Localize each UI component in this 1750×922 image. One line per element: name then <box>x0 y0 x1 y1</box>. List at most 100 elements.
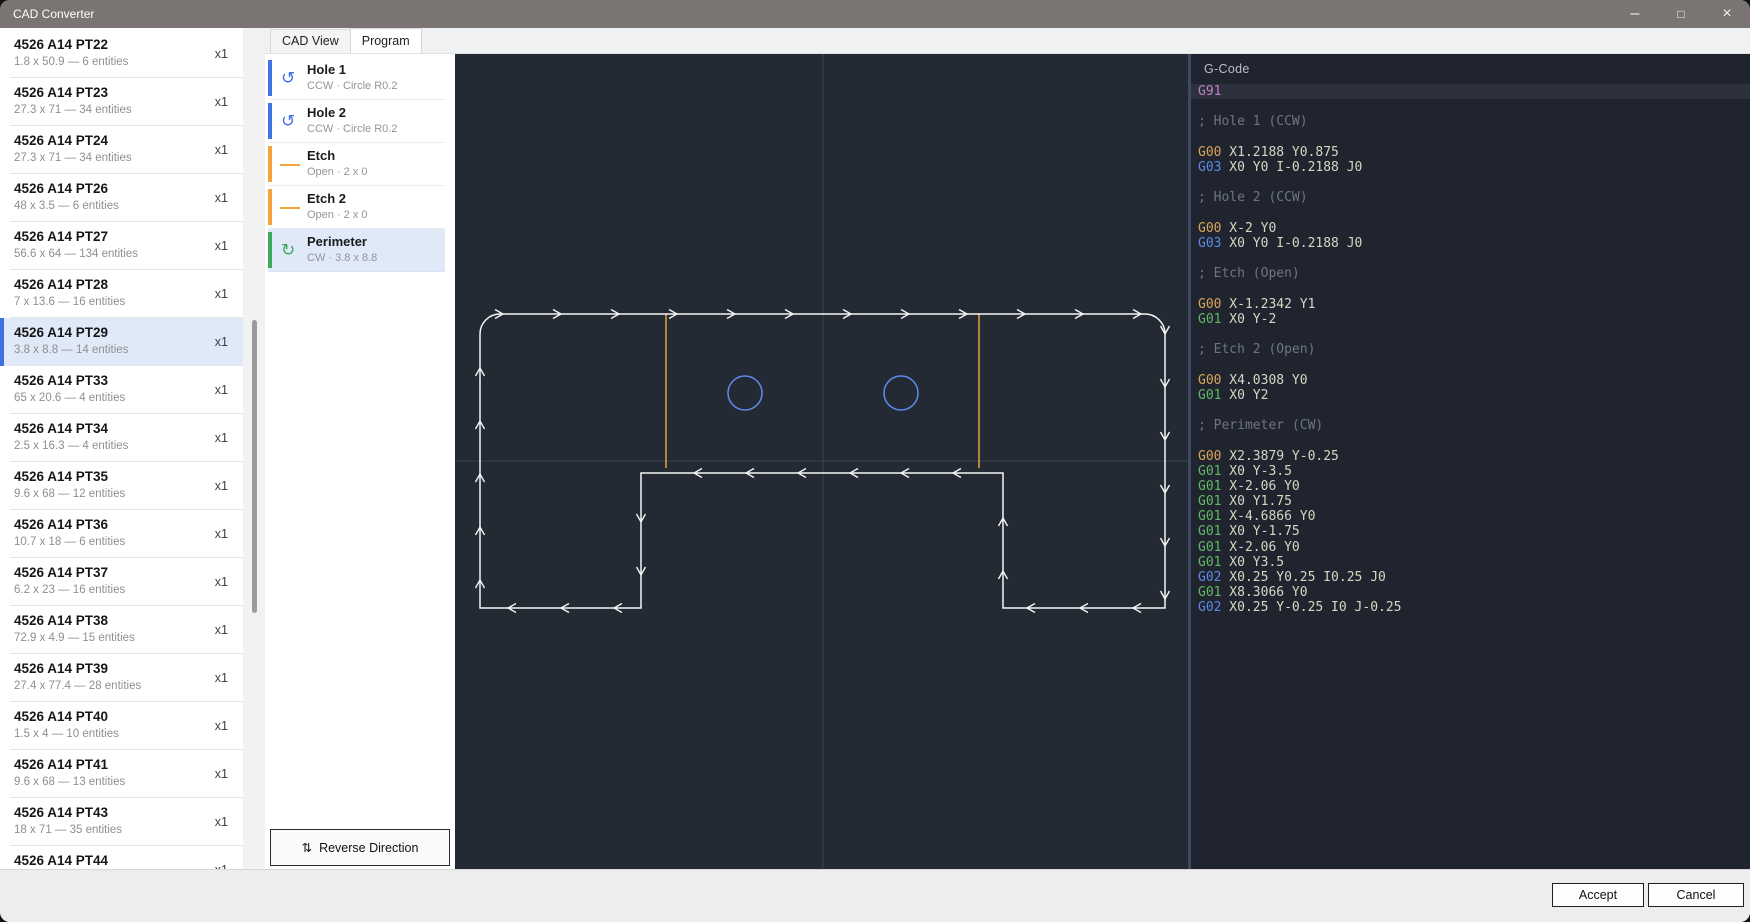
part-list-item[interactable]: 4526 A14 PT2648 x 3.5 — 6 entitiesx1 <box>0 174 243 222</box>
part-name: 4526 A14 PT43 <box>14 805 108 820</box>
gcode-comment: ; Perimeter (CW) <box>1198 418 1323 433</box>
gcode-word: G02 <box>1198 600 1221 615</box>
selected-accent-bar <box>0 318 4 366</box>
gcode-panel: G-Code G91; Hole 1 (CCW)G00 X1.2188 Y0.8… <box>1191 54 1750 869</box>
maximize-button[interactable]: □ <box>1658 0 1704 28</box>
part-name: 4526 A14 PT33 <box>14 373 108 388</box>
gcode-word: G03 <box>1198 160 1221 175</box>
part-quantity: x1 <box>215 47 228 61</box>
gcode-line: ; Etch 2 (Open) <box>1191 342 1750 357</box>
gcode-args: X0 Y2 <box>1221 388 1268 403</box>
part-list-item[interactable]: 4526 A14 PT3610.7 x 18 — 6 entitiesx1 <box>0 510 243 558</box>
part-list-item[interactable]: 4526 A14 PT401.5 x 4 — 10 entitiesx1 <box>0 702 243 750</box>
part-list-item[interactable]: 4526 A14 PT2427.3 x 71 — 34 entitiesx1 <box>0 126 243 174</box>
part-list-item[interactable]: 4526 A14 PT3365 x 20.6 — 4 entitiesx1 <box>0 366 243 414</box>
gcode-line: ; Perimeter (CW) <box>1191 418 1750 433</box>
gcode-word: G01 <box>1198 555 1221 570</box>
close-button[interactable]: × <box>1704 0 1750 28</box>
gcode-args: X1.2188 Y0.875 <box>1221 145 1338 160</box>
part-name: 4526 A14 PT44 <box>14 853 108 868</box>
gcode-line <box>1191 327 1750 342</box>
part-name: 4526 A14 PT41 <box>14 757 108 772</box>
part-dimensions: 18 x 71 — 35 entities <box>14 824 122 836</box>
reverse-direction-label: Reverse Direction <box>319 841 418 855</box>
part-name: 4526 A14 PT26 <box>14 181 108 196</box>
part-list-item[interactable]: 4526 A14 PT2327.3 x 71 — 34 entitiesx1 <box>0 78 243 126</box>
part-dimensions: 1.5 x 4 — 10 entities <box>14 728 119 740</box>
part-quantity: x1 <box>215 815 228 829</box>
part-dimensions: 2.5 x 16.3 — 4 entities <box>14 440 128 452</box>
gcode-word: G01 <box>1198 585 1221 600</box>
operation-subtitle: Open · 2 x 0 <box>307 209 368 221</box>
part-name: 4526 A14 PT22 <box>14 37 108 52</box>
part-list-item[interactable]: 4526 A14 PT43 18 x 71 — 35 entities x1 <box>0 798 243 846</box>
part-dimensions: 65 x 20.6 — 4 entities <box>14 392 125 404</box>
part-list-item[interactable]: 4526 A14 PT3872.9 x 4.9 — 15 entitiesx1 <box>0 606 243 654</box>
cancel-button[interactable]: Cancel <box>1648 883 1744 907</box>
part-dimensions: 56.6 x 64 — 134 entities <box>14 248 138 260</box>
part-name: 4526 A14 PT34 <box>14 421 108 436</box>
operation-title: Etch 2 <box>307 191 346 206</box>
gcode-line <box>1191 130 1750 145</box>
part-quantity: x1 <box>215 143 228 157</box>
gcode-args: X-4.6866 Y0 <box>1221 509 1315 524</box>
part-name: 4526 A14 PT29 <box>14 325 108 340</box>
gcode-word: G03 <box>1198 236 1221 251</box>
cad-drawing <box>455 54 1188 869</box>
operation-item[interactable]: ↺Hole 2CCW · Circle R0.2 <box>268 100 445 143</box>
gcode-comment: ; Hole 1 (CCW) <box>1198 114 1308 129</box>
gcode-line: G02 X0.25 Y-0.25 I0 J-0.25 <box>1191 600 1750 615</box>
part-name: 4526 A14 PT28 <box>14 277 108 292</box>
part-dimensions: 3.8 x 8.8 — 14 entities <box>14 344 128 356</box>
operation-item[interactable]: Etch 2 Open · 2 x 0 <box>268 186 445 229</box>
part-quantity: x1 <box>215 431 228 445</box>
title-bar: CAD Converter – □ × <box>0 0 1750 28</box>
gcode-line: ; Hole 1 (CCW) <box>1191 114 1750 129</box>
part-list-item[interactable]: 4526 A14 PT3927.4 x 77.4 — 28 entitiesx1 <box>0 654 243 702</box>
gcode-word: G91 <box>1198 84 1221 99</box>
parts-scrollbar[interactable] <box>243 28 265 869</box>
part-list-item[interactable]: 4526 A14 PT34 2.5 x 16.3 — 4 entities x1 <box>0 414 243 462</box>
minimize-button[interactable]: – <box>1612 0 1658 28</box>
part-dimensions: 9.6 x 68 — 13 entities <box>14 776 125 788</box>
gcode-line: G01 X0 Y1.75 <box>1191 494 1750 509</box>
part-list-item[interactable]: 4526 A14 PT376.2 x 23 — 16 entitiesx1 <box>0 558 243 606</box>
app-window: CAD Converter – □ × 4526 A14 PT221.8 x 5… <box>0 0 1750 922</box>
gcode-comment: ; Hole 2 (CCW) <box>1198 190 1308 205</box>
cad-canvas[interactable] <box>455 54 1188 869</box>
part-list-item[interactable]: 4526 A14 PT359.6 x 68 — 12 entitiesx1 <box>0 462 243 510</box>
part-list-item[interactable]: 4526 A14 PT287 x 13.6 — 16 entitiesx1 <box>0 270 243 318</box>
gcode-args: X8.3066 Y0 <box>1221 585 1307 600</box>
part-quantity: x1 <box>215 527 228 541</box>
gcode-listing[interactable]: G91; Hole 1 (CCW)G00 X1.2188 Y0.875G03 X… <box>1191 84 1750 616</box>
operation-title: Etch <box>307 148 335 163</box>
part-dimensions: 27.4 x 77.4 — 28 entities <box>14 680 141 692</box>
gcode-args: X-1.2342 Y1 <box>1221 297 1315 312</box>
operation-item[interactable]: ↻PerimeterCW · 3.8 x 8.8 <box>268 229 445 272</box>
operation-item[interactable]: EtchOpen · 2 x 0 <box>268 143 445 186</box>
reverse-direction-button[interactable]: ⇅ Reverse Direction <box>270 829 450 866</box>
part-list-item[interactable]: 4526 A14 PT2756.6 x 64 — 134 entitiesx1 <box>0 222 243 270</box>
gcode-line: G00 X4.0308 Y0 <box>1191 373 1750 388</box>
gcode-word: G01 <box>1198 524 1221 539</box>
part-list-item[interactable]: 4526 A14 PT293.8 x 8.8 — 14 entitiesx1 <box>0 318 243 366</box>
part-quantity: x1 <box>215 287 228 301</box>
tab-program[interactable]: Program <box>350 28 422 53</box>
parts-scrollbar-thumb[interactable] <box>252 320 257 613</box>
operation-item[interactable]: ↺Hole 1CCW · Circle R0.2 <box>268 57 445 100</box>
part-list-item[interactable]: 4526 A14 PT221.8 x 50.9 — 6 entitiesx1 <box>0 30 243 78</box>
window-controls: – □ × <box>1612 0 1750 28</box>
part-name: 4526 A14 PT36 <box>14 517 108 532</box>
operation-accent-bar <box>268 103 272 139</box>
part-list-item[interactable]: 4526 A14 PT419.6 x 68 — 13 entitiesx1 <box>0 750 243 798</box>
tab-cad-view[interactable]: CAD View <box>270 29 351 53</box>
accept-button[interactable]: Accept <box>1552 883 1644 907</box>
gcode-word: G01 <box>1198 509 1221 524</box>
gcode-args: X0 Y3.5 <box>1221 555 1284 570</box>
etch-line-icon <box>280 207 300 209</box>
part-name: 4526 A14 PT35 <box>14 469 108 484</box>
part-list-item[interactable]: 4526 A14 PT44x1 <box>0 846 243 869</box>
gcode-line: G01 X0 Y-3.5 <box>1191 464 1750 479</box>
operation-subtitle: CCW · Circle R0.2 <box>307 80 397 92</box>
gcode-word: G02 <box>1198 570 1221 585</box>
